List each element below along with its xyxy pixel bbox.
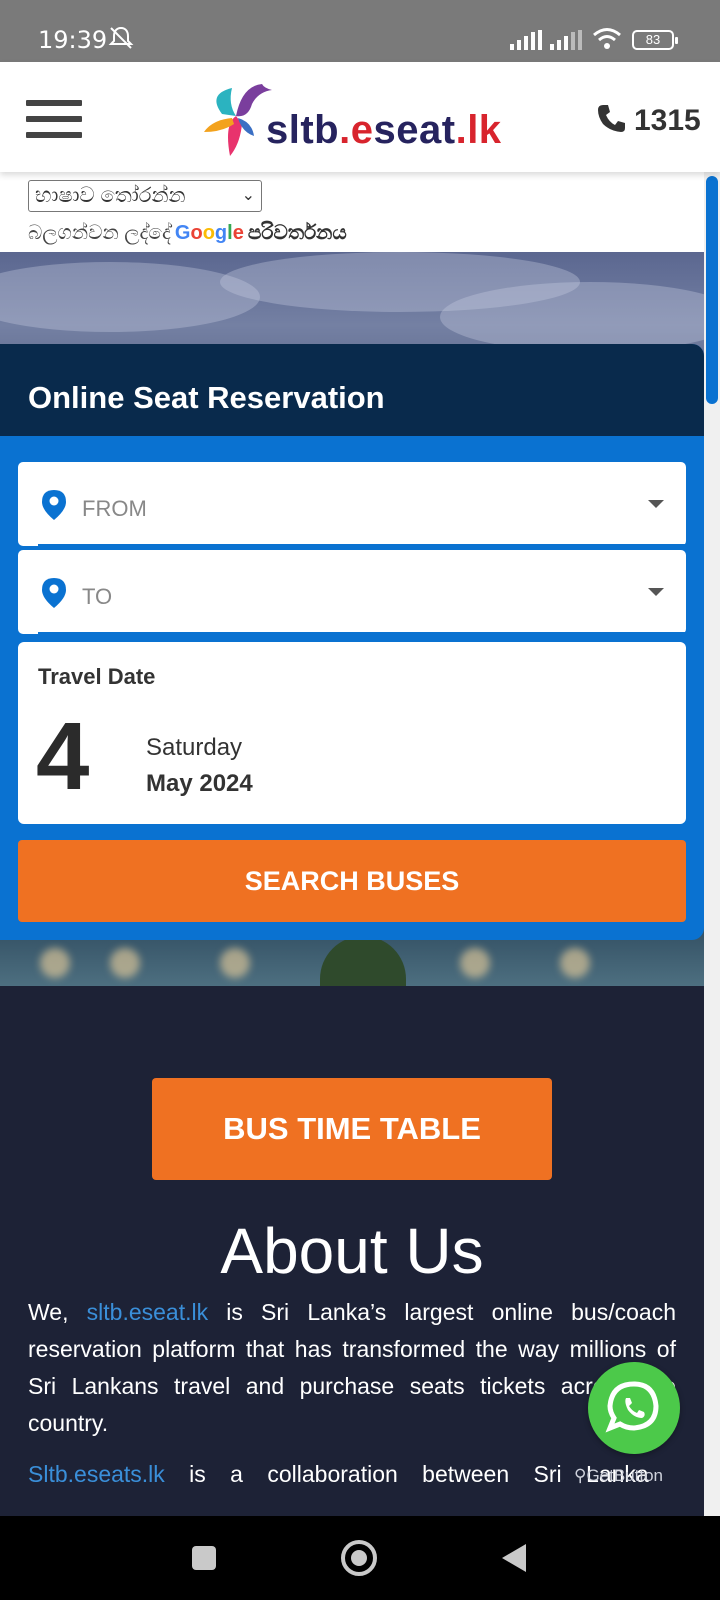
android-nav-bar (0, 1516, 720, 1600)
getbutton-icon: ⚲ (574, 1466, 587, 1485)
signal-icon (510, 30, 544, 55)
search-buses-button[interactable]: SEARCH BUSES (18, 840, 686, 922)
powered-prefix: බලගන්වන ලද්දේ (28, 222, 171, 244)
chevron-down-icon: ⌄ (241, 187, 255, 204)
powered-by-google-translate: බලගන්වන ලද්දේ Google පරිවර්තනය (28, 222, 347, 245)
whatsapp-icon (605, 1381, 659, 1433)
google-logo[interactable]: Google (175, 222, 244, 245)
reservation-card-header: Online Seat Reservation (0, 344, 704, 436)
from-placeholder: FROM (82, 496, 147, 521)
back-icon[interactable] (502, 1544, 526, 1572)
recent-apps-icon[interactable] (192, 1546, 216, 1570)
location-pin-icon (42, 490, 66, 525)
site-header: sltb.eseat.lk 1315 (0, 62, 720, 172)
reservation-title: Online Seat Reservation (28, 380, 385, 415)
battery-icon: 83 (632, 30, 678, 50)
signal-icon (550, 30, 584, 55)
home-icon[interactable] (341, 1540, 377, 1576)
dropdown-caret-icon (648, 500, 664, 508)
to-placeholder: TO (82, 584, 113, 609)
bus-time-table-button[interactable]: BUS TIME TABLE (152, 1078, 552, 1180)
status-bar: 19:39 83 (0, 0, 720, 62)
getbutton-credit[interactable]: ⚲GetButton (574, 1466, 663, 1486)
sltb-eseats-link[interactable]: Sltb.eseats.lk (28, 1461, 165, 1487)
dropdown-caret-icon (648, 588, 664, 596)
travel-date-weekday: Saturday (146, 734, 243, 761)
travel-date-day: 4 (36, 703, 90, 810)
status-time: 19:39 (38, 26, 108, 54)
from-select[interactable]: FROM (18, 462, 686, 546)
sltb-eseat-link[interactable]: sltb.eseat.lk (87, 1299, 208, 1325)
travel-date-month-year: May 2024 (146, 770, 253, 797)
phone-icon (596, 102, 628, 139)
hamburger-menu-icon[interactable] (26, 100, 82, 138)
about-paragraph-1: We, sltb.eseat.lk is Sri Lanka’s largest… (28, 1299, 676, 1436)
travel-date-picker[interactable]: Travel Date 4 Saturday May 2024 (18, 642, 686, 824)
reservation-card: Online Seat Reservation FROM TO Travel D… (0, 344, 704, 940)
about-title: About Us (220, 1215, 484, 1287)
phone-link[interactable]: 1315 (596, 102, 701, 139)
site-logo[interactable]: sltb.eseat.lk (204, 74, 518, 162)
phone-number: 1315 (634, 103, 701, 137)
wifi-icon (592, 26, 622, 55)
to-select[interactable]: TO (18, 550, 686, 634)
language-select-value: භාෂාව තෝරන්න (35, 184, 186, 207)
location-pin-icon (42, 578, 66, 613)
whatsapp-button[interactable] (588, 1362, 680, 1454)
language-bar: භාෂාව තෝරන්න ⌄ බලගන්වන ලද්දේ Google පරිව… (0, 172, 704, 252)
language-select[interactable]: භාෂාව තෝරන්න ⌄ (28, 180, 262, 212)
travel-date-label: Travel Date (38, 664, 156, 689)
translate-link[interactable]: පරිවර්තනය (248, 222, 347, 245)
logo-text: sltb.eseat.lk (266, 108, 502, 152)
bird-logo-icon (204, 84, 272, 156)
bell-off-icon (108, 25, 134, 56)
scrollbar-thumb[interactable] (706, 176, 718, 404)
